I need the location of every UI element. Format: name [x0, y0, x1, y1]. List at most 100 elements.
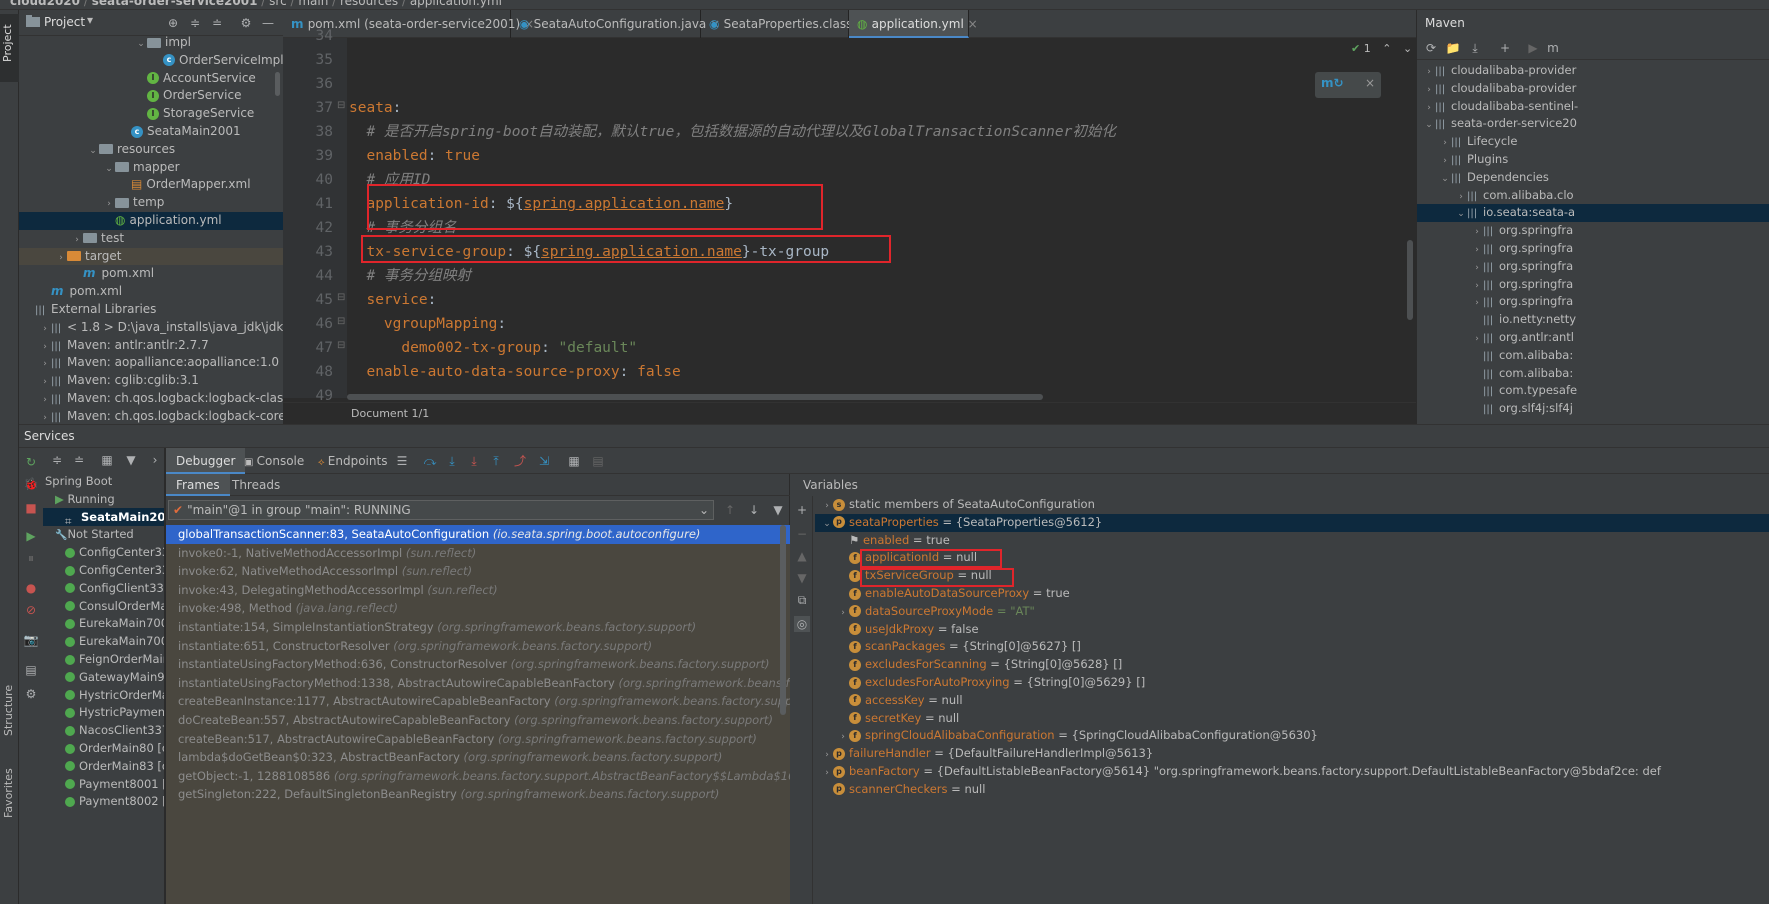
- services-tree-item[interactable]: ConsulOrderMai: [43, 597, 164, 615]
- project-tree-item[interactable]: c SeataMain2001: [19, 123, 283, 141]
- project-tree-item[interactable]: ⌄ mapper: [19, 159, 283, 177]
- services-tree-item[interactable]: NacosClient337: [43, 721, 164, 739]
- project-tree-item[interactable]: ▤ OrderMapper.xml: [19, 176, 283, 194]
- maven-tree-item[interactable]: › ||| org.springfra: [1417, 240, 1769, 258]
- fold-marker-icon[interactable]: ⊟: [337, 316, 345, 327]
- execute-goal-icon[interactable]: m: [1545, 40, 1561, 56]
- run-icon[interactable]: ▶: [1525, 40, 1541, 56]
- resume-icon[interactable]: ▶: [23, 528, 39, 544]
- chevron-right-icon[interactable]: ›: [39, 321, 51, 337]
- stack-frame[interactable]: getObject:-1, 1288108586 (org.springfram…: [166, 767, 790, 786]
- close-icon[interactable]: ×: [1365, 76, 1375, 90]
- variable-row[interactable]: › f dataSourceProxyMode = "AT": [815, 603, 1769, 621]
- stack-frame[interactable]: instantiateUsingFactoryMethod:636, Const…: [166, 655, 790, 674]
- project-tool-tab[interactable]: Project: [0, 14, 19, 82]
- breadcrumb-item[interactable]: resources: [340, 0, 398, 8]
- breadcrumb-item[interactable]: application.yml: [410, 0, 502, 8]
- variable-row[interactable]: f useJdkProxy = false: [815, 621, 1769, 639]
- chevron-down-icon[interactable]: ⌄: [1455, 206, 1467, 222]
- add-maven-project-icon[interactable]: 📁: [1445, 40, 1461, 56]
- expand-all-icon[interactable]: ≑: [49, 452, 65, 468]
- services-tree-item[interactable]: Spring Boot: [43, 472, 164, 490]
- breadcrumb-item[interactable]: seata-order-service2001: [92, 0, 258, 8]
- project-scrollbar[interactable]: [275, 72, 280, 96]
- chevron-down-icon[interactable]: ⌄: [821, 516, 833, 532]
- variable-row[interactable]: ⌄ p seataProperties = {SeataProperties@561…: [815, 513, 1769, 532]
- filter-icon[interactable]: ▼: [770, 502, 786, 518]
- editor-vertical-scrollbar[interactable]: [1407, 240, 1413, 320]
- fold-marker-icon[interactable]: ⊟: [337, 100, 345, 111]
- variable-row[interactable]: p scannerCheckers = null: [815, 781, 1769, 799]
- maven-tree-item[interactable]: ||| io.netty:netty: [1417, 311, 1769, 329]
- services-tree-item[interactable]: OrderMain80 [d: [43, 739, 164, 757]
- services-tree-item[interactable]: HystricPayment8: [43, 703, 164, 721]
- chevron-down-icon[interactable]: ⌄: [87, 143, 99, 159]
- expand-all-icon[interactable]: ≑: [187, 15, 203, 31]
- maven-tree-item[interactable]: ⌄ ||| Dependencies: [1417, 169, 1769, 187]
- services-tree-item[interactable]: 🔧Not Started: [43, 525, 164, 543]
- chevron-right-icon[interactable]: ›: [837, 729, 849, 745]
- stack-frame[interactable]: invoke0:-1, NativeMethodAccessorImpl (su…: [166, 544, 790, 563]
- step-out-icon[interactable]: ⤒: [488, 453, 504, 469]
- debug-icon[interactable]: 🐞: [23, 476, 39, 492]
- maven-tree-item[interactable]: › ||| com.alibaba.clo: [1417, 187, 1769, 205]
- project-tree-item[interactable]: ||| External Libraries: [19, 301, 283, 319]
- chevron-right-icon[interactable]: ›: [821, 498, 833, 514]
- gear-icon[interactable]: ⚙: [238, 15, 254, 31]
- chevron-right-icon[interactable]: ›: [1471, 260, 1483, 276]
- reload-icon[interactable]: ⟳: [1423, 40, 1439, 56]
- services-tree-item[interactable]: EurekaMain7002: [43, 632, 164, 650]
- view-breakpoints-icon[interactable]: ●: [23, 580, 39, 596]
- stack-frame[interactable]: createBean:517, AbstractAutowireCapableB…: [166, 730, 790, 749]
- next-frame-icon[interactable]: ↓: [746, 502, 762, 518]
- maven-tree-item[interactable]: › ||| org.springfra: [1417, 222, 1769, 240]
- maven-tree-item[interactable]: › ||| org.antlr:antl: [1417, 329, 1769, 347]
- stack-frame[interactable]: getSingleton:222, DefaultSingletonBeanRe…: [166, 785, 790, 804]
- download-icon[interactable]: ⤓: [1467, 40, 1483, 56]
- project-tree-item[interactable]: ⌄ resources: [19, 141, 283, 159]
- chevron-right-icon[interactable]: ›: [1471, 295, 1483, 311]
- project-tree-item[interactable]: I OrderService: [19, 87, 283, 105]
- variable-row[interactable]: › f springCloudAlibabaConfiguration = {Spr…: [815, 727, 1769, 745]
- drop-frame-icon[interactable]: ⤴: [512, 453, 528, 469]
- project-tree-item[interactable]: ⌄ impl: [19, 34, 283, 52]
- chevron-right-icon[interactable]: ›: [39, 356, 51, 372]
- favorites-tool-tab[interactable]: Favorites: [0, 760, 19, 820]
- stack-frame[interactable]: instantiate:651, ConstructorResolver (or…: [166, 637, 790, 656]
- tab-threads[interactable]: Threads: [232, 474, 280, 496]
- services-tree-item[interactable]: FeignOrderMain: [43, 650, 164, 668]
- chevron-right-icon[interactable]: ›: [1423, 100, 1435, 116]
- project-tree-item[interactable]: › ||| Maven: antlr:antlr:2.7.7: [19, 337, 283, 355]
- maven-tree-item[interactable]: ⌄ ||| seata-order-service20: [1417, 115, 1769, 133]
- add-icon[interactable]: +: [1497, 40, 1513, 56]
- frames-scrollbar[interactable]: [780, 525, 786, 715]
- rerun-icon[interactable]: ↻: [23, 454, 39, 470]
- chevron-right-icon[interactable]: ›: [39, 374, 51, 390]
- close-icon[interactable]: ×: [964, 17, 978, 31]
- stack-frame[interactable]: createBeanInstance:1177, AbstractAutowir…: [166, 692, 790, 711]
- services-tree-item[interactable]: ConfigCenter334: [43, 543, 164, 561]
- services-tree-item[interactable]: HystricOrderMai: [43, 686, 164, 704]
- maven-tree-item[interactable]: › ||| org.springfra: [1417, 293, 1769, 311]
- services-tree-item[interactable]: Payment8002 [d: [43, 792, 164, 810]
- chevron-right-icon[interactable]: ›: [71, 232, 83, 248]
- project-tree-item[interactable]: m pom.xml: [19, 283, 283, 301]
- maven-tree-item[interactable]: › ||| cloudalibaba-sentinel-: [1417, 98, 1769, 116]
- maven-tree-item[interactable]: › ||| cloudalibaba-provider: [1417, 62, 1769, 80]
- project-tree-item[interactable]: I StorageService: [19, 105, 283, 123]
- group-by-icon[interactable]: ▦: [99, 452, 115, 468]
- variable-row[interactable]: › p failureHandler = {DefaultFailureHandle…: [815, 745, 1769, 763]
- hide-panel-icon[interactable]: —: [260, 15, 276, 31]
- trace-icon[interactable]: ▤: [590, 453, 606, 469]
- chevron-right-icon[interactable]: ›: [39, 410, 51, 424]
- stack-frame[interactable]: lambda$doGetBean$0:323, AbstractBeanFact…: [166, 748, 790, 767]
- editor-tab[interactable]: ◉ SeataProperties.class ×: [701, 10, 866, 38]
- variable-row[interactable]: f secretKey = null: [815, 710, 1769, 728]
- show-execution-point-icon[interactable]: ⤼: [422, 453, 438, 469]
- chevron-down-icon[interactable]: ⌄: [1439, 171, 1451, 187]
- maven-reload-icon[interactable]: m↻: [1321, 76, 1344, 90]
- fold-marker-icon[interactable]: ⊟: [337, 340, 345, 351]
- services-tree-item[interactable]: ⌗ SeataMain2001: [43, 507, 164, 526]
- variable-row[interactable]: f accessKey = null: [815, 692, 1769, 710]
- chevron-right-icon[interactable]: ›: [1423, 64, 1435, 80]
